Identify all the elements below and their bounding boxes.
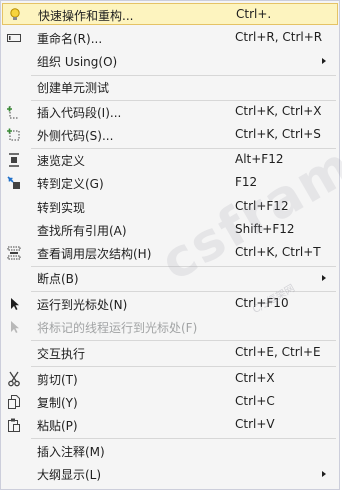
paste-icon — [6, 417, 22, 433]
menu-item-shortcut: Ctrl+X — [235, 371, 275, 385]
menu-item-label: 快速操作和重构... — [38, 9, 134, 23]
menu-item-label: 大纲显示(L) — [37, 468, 102, 482]
menu-item-shortcut: Ctrl+K, Ctrl+S — [235, 127, 321, 141]
peek-definition-icon — [6, 152, 22, 168]
menu-item-outlining[interactable]: 大纲显示(L) — [2, 463, 338, 485]
menu-item-label: 插入代码段(I)... — [37, 106, 122, 120]
scissors-icon — [6, 371, 22, 387]
menu-item-label: 组织 Using(O) — [37, 55, 118, 69]
menu-item-shortcut: Ctrl+. — [236, 7, 272, 21]
menu-separator — [31, 366, 336, 367]
submenu-arrow-icon — [322, 58, 326, 64]
menu-item-organize-usings[interactable]: 组织 Using(O) — [2, 50, 338, 72]
menu-item-cut[interactable]: 剪切(T) Ctrl+X — [2, 368, 338, 390]
menu-item-shortcut: Ctrl+C — [235, 394, 275, 408]
menu-item-label: 速览定义 — [37, 154, 86, 168]
call-hierarchy-icon — [6, 245, 22, 261]
copy-icon — [6, 394, 22, 410]
menu-item-shortcut: Alt+F12 — [235, 152, 284, 166]
menu-item-surround-with[interactable]: 外侧代码(S)... Ctrl+K, Ctrl+S — [2, 124, 338, 146]
menu-item-shortcut: Ctrl+K, Ctrl+X — [235, 104, 322, 118]
submenu-arrow-icon — [322, 275, 326, 281]
menu-item-label: 外侧代码(S)... — [37, 129, 114, 143]
menu-item-execute-interactive[interactable]: 交互执行 Ctrl+E, Ctrl+E — [2, 342, 338, 364]
run-to-cursor-icon — [6, 296, 22, 312]
run-flagged-threads-icon — [6, 319, 22, 335]
menu-item-rename[interactable]: 重命名(R)... Ctrl+R, Ctrl+R — [2, 27, 338, 49]
go-to-definition-icon — [6, 175, 22, 191]
menu-item-label: 重命名(R)... — [37, 32, 103, 46]
menu-item-insert-comment[interactable]: 插入注释(M) — [2, 440, 338, 462]
rename-icon — [6, 30, 22, 46]
menu-item-label: 运行到光标处(N) — [37, 298, 128, 312]
surround-with-icon — [6, 127, 22, 143]
menu-item-label: 剪切(T) — [37, 373, 78, 387]
menu-item-label: 插入注释(M) — [37, 445, 105, 459]
menu-item-paste[interactable]: 粘贴(P) Ctrl+V — [2, 414, 338, 436]
menu-item-label: 复制(Y) — [37, 396, 78, 410]
menu-item-label: 创建单元测试 — [37, 81, 110, 95]
menu-item-shortcut: Ctrl+R, Ctrl+R — [235, 30, 323, 44]
menu-item-insert-snippet[interactable]: 插入代码段(I)... Ctrl+K, Ctrl+X — [2, 101, 338, 123]
submenu-arrow-icon — [322, 471, 326, 477]
menu-item-copy[interactable]: 复制(Y) Ctrl+C — [2, 391, 338, 413]
menu-item-label: 粘贴(P) — [37, 419, 78, 433]
menu-item-label: 转到实现 — [37, 201, 86, 215]
menu-separator — [31, 340, 336, 341]
menu-item-label: 查看调用层次结构(H) — [37, 247, 152, 261]
insert-snippet-icon — [6, 104, 22, 120]
menu-item-label: 将标记的线程运行到光标处(F) — [37, 321, 198, 335]
menu-item-label: 查找所有引用(A) — [37, 224, 127, 238]
menu-item-label: 交互执行 — [37, 347, 86, 361]
menu-item-label: 转到定义(G) — [37, 177, 104, 191]
lightbulb-icon — [7, 7, 23, 23]
menu-separator — [31, 438, 336, 439]
menu-item-shortcut: Ctrl+V — [235, 417, 275, 431]
menu-item-run-flagged-threads[interactable]: 将标记的线程运行到光标处(F) — [2, 316, 338, 338]
menu-item-label: 断点(B) — [37, 272, 79, 286]
menu-item-quick-actions[interactable]: 快速操作和重构... Ctrl+. — [2, 3, 338, 25]
menu-item-create-unit-tests[interactable]: 创建单元测试 — [2, 76, 338, 98]
menu-item-shortcut: Ctrl+E, Ctrl+E — [235, 345, 321, 359]
context-menu: 快速操作和重构... Ctrl+. 重命名(R)... Ctrl+R, Ctrl… — [0, 0, 342, 490]
